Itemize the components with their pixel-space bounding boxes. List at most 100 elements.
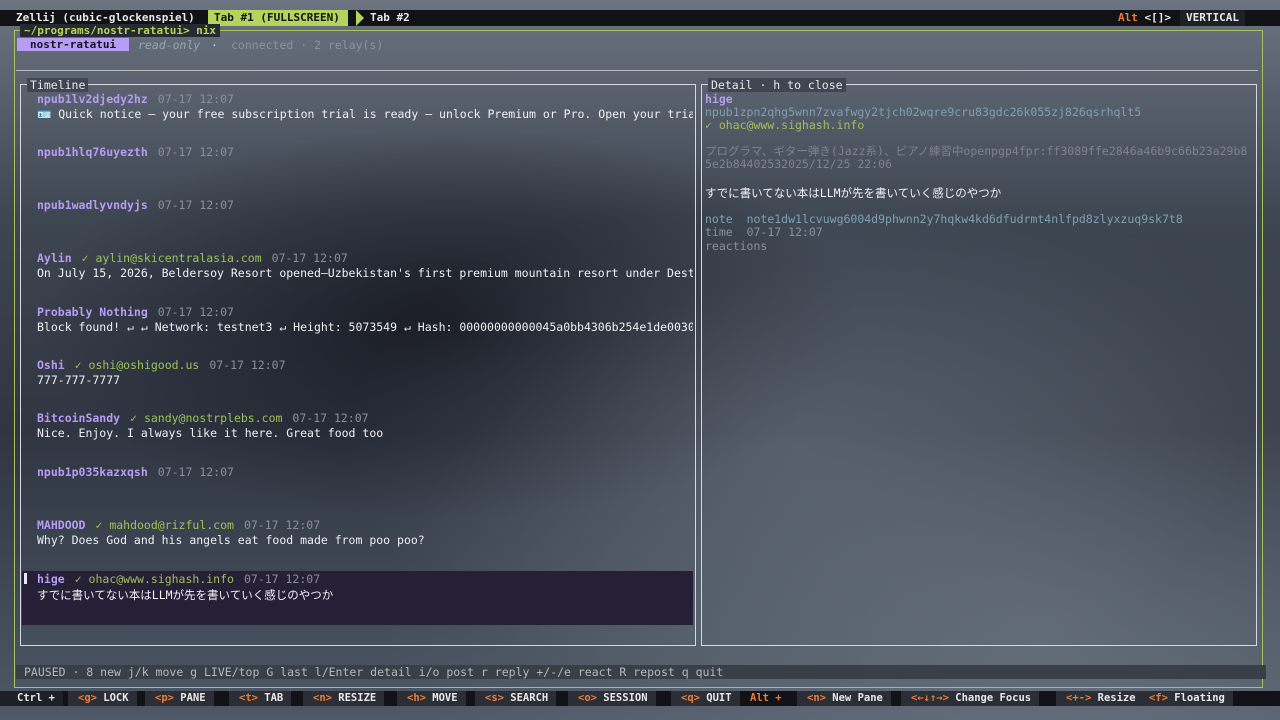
keybind-search: <s> SEARCH — [475, 691, 557, 706]
post-time: 07-17 12:07 — [157, 145, 234, 159]
post-author: MAHDOOD — [37, 518, 86, 532]
post-time: 07-17 12:07 — [157, 198, 234, 212]
post-time: 07-17 12:07 — [209, 358, 286, 372]
tab-1[interactable]: Tab #1 (FULLSCREEN) — [208, 10, 348, 26]
keybind-label: MOVE — [425, 692, 458, 704]
alt-hint: Alt <[]> — [1112, 10, 1177, 26]
post-author: Probably Nothing — [37, 305, 148, 319]
alt-hint-prefix: Alt — [1118, 11, 1138, 24]
post-content: Block found! ↵ ↵ Network: testnet3 ↵ Hei… — [37, 320, 693, 334]
note-label: note — [705, 212, 733, 226]
keybind-move: <h> MOVE — [397, 691, 466, 706]
tab-2[interactable]: Tab #2 — [364, 10, 416, 26]
tab-1-arrow — [356, 10, 364, 26]
keybind-quit: <q> QUIT — [671, 691, 740, 706]
timeline-post[interactable]: npub1p035kazxqsh 07-17 12:07 — [37, 465, 244, 479]
keybind-label: New Pane — [825, 692, 883, 704]
detail-author: hige — [705, 92, 733, 106]
post-author: BitcoinSandy — [37, 411, 121, 425]
keybind-key: <+-> — [1066, 692, 1092, 704]
post-author: npub1p035kazxqsh — [37, 465, 148, 479]
keybind-new-pane: <n> New Pane — [797, 691, 891, 706]
timeline-title: Timeline — [27, 78, 89, 92]
post-author: hige — [37, 572, 65, 586]
detail-note-row: note note1dw1lcvuwg6004d9phwnn2y7hqkw4kd… — [705, 212, 1183, 226]
detail-time-row: time 07-17 12:07 — [705, 225, 823, 239]
post-nip05: ✓ ohac@www.sighash.info — [74, 572, 234, 586]
keybind-label: TAB — [257, 692, 284, 704]
timeline-post[interactable]: Aylin ✓ aylin@skicentralasia.com 07-17 12:… — [37, 251, 693, 280]
keybind-key: <h> — [407, 692, 426, 704]
detail-nip05: ✓ ohac@www.sighash.info — [705, 118, 865, 132]
keybind-label: Resize — [1091, 692, 1136, 704]
keybind-key: <f> — [1149, 692, 1168, 704]
timeline-post-selected[interactable]: hige ✓ ohac@www.sighash.info 07-17 12:07 す… — [37, 572, 333, 603]
timeline-post[interactable]: npub1wadlyvndyjs 07-17 12:07 — [37, 198, 244, 212]
detail-about: プログラマ、ギター弾き(Jazz系)、ピアノ練習中openpgp4fpr:ff3… — [705, 144, 1248, 171]
header-separator: · — [211, 38, 218, 52]
ctrl-label: Ctrl + — [0, 691, 63, 706]
post-content: すでに書いてない本はLLMが先を書いていく感じのやつか — [37, 588, 334, 602]
post-content: Why? Does God and his angels eat food ma… — [37, 533, 425, 547]
timeline-post[interactable]: Oshi ✓ oshi@oshigood.us 07-17 12:07 777-77… — [37, 358, 296, 387]
keybind-key: <t> — [239, 692, 258, 704]
post-author: npub1lv2djedy2hz — [37, 92, 148, 106]
timeline-post[interactable]: npub1hlq76uyezth 07-17 12:07 — [37, 145, 244, 159]
detail-title: Detail · h to close — [708, 78, 846, 92]
post-nip05: ✓ mahdood@rizful.com — [95, 518, 234, 532]
timeline-post[interactable]: npub1lv2djedy2hz 07-17 12:07 🪪 Quick noti… — [37, 92, 693, 121]
keybind-key: <n> — [807, 692, 826, 704]
pane-title: ~/programs/nostr-ratatui> nix — [20, 24, 221, 37]
keybind-label: QUIT — [699, 692, 732, 704]
detail-npub: npub1zpn2qhg5wnn7zvafwgy2tjch02wqre9cru8… — [705, 105, 1142, 119]
keybind-key: <o> — [578, 692, 597, 704]
keybind-label: PANE — [173, 692, 206, 704]
keybind-lock: <g> LOCK — [68, 691, 137, 706]
post-time: 07-17 12:07 — [157, 465, 234, 479]
keybind-key: <g> — [78, 692, 97, 704]
timeline-post[interactable]: Probably Nothing 07-17 12:07 Block found!… — [37, 305, 693, 334]
keybind-label: LOCK — [96, 692, 129, 704]
keybind-key: <p> — [155, 692, 174, 704]
timeline-post[interactable]: MAHDOOD ✓ mahdood@rizful.com 07-17 12:07 W… — [37, 518, 425, 547]
note-id: note1dw1lcvuwg6004d9phwnn2y7hqkw4kd6dfud… — [746, 212, 1183, 226]
mode-indicator: read-only — [138, 38, 201, 52]
selection-cursor — [24, 573, 27, 584]
post-author: Aylin — [37, 251, 72, 265]
keybind-label: SESSION — [596, 692, 648, 704]
post-content: 777-777-7777 — [37, 373, 121, 387]
keybind-label: Change Focus — [948, 692, 1032, 704]
layout-mode: VERTICAL — [1180, 10, 1245, 26]
keybind-session: <o> SESSION — [568, 691, 656, 706]
post-time: 07-17 12:07 — [243, 518, 321, 532]
connection-status: connected · 2 relay(s) — [231, 38, 384, 52]
keybind-key: <n> — [313, 692, 332, 704]
keybind-key: <←↓↑→> — [911, 692, 949, 704]
keybind-resize: <+-> Resize — [1056, 691, 1144, 706]
keybind-floating: <f> Floating — [1139, 691, 1233, 706]
header-divider — [16, 70, 1258, 71]
post-author: Oshi — [37, 358, 65, 372]
keybind-tab: <t> TAB — [229, 691, 292, 706]
detail-content: すでに書いてない本はLLMが先を書いていく感じのやつか — [705, 186, 1002, 200]
post-author: npub1wadlyvndyjs — [37, 198, 148, 212]
timeline-post[interactable]: BitcoinSandy ✓ sandy@nostrplebs.com 07-17 … — [37, 411, 383, 440]
keybind-label: SEARCH — [503, 692, 549, 704]
time-value: 07-17 12:07 — [746, 225, 823, 239]
post-time: 07-17 12:07 — [271, 251, 348, 265]
post-time: 07-17 12:07 — [243, 572, 321, 586]
post-nip05: ✓ oshi@oshigood.us — [74, 358, 200, 372]
post-nip05: ✓ aylin@skicentralasia.com — [81, 251, 262, 265]
keybind-key: <s> — [485, 692, 504, 704]
keybind-change-focus: <←↓↑→> Change Focus — [901, 691, 1040, 706]
time-label: time — [705, 225, 733, 239]
post-content: On July 15, 2026, Beldersoy Resort opene… — [37, 266, 693, 280]
keybind-status-bar: PAUSED · 8 new j/k move g LIVE/top G las… — [16, 665, 1266, 679]
keybind-pane: <p> PANE — [145, 691, 214, 706]
keybind-label: RESIZE — [331, 692, 377, 704]
post-time: 07-17 12:07 — [157, 305, 234, 319]
alt-hint-keys: <[]> — [1144, 11, 1172, 24]
post-time: 07-17 12:07 — [292, 411, 369, 425]
post-time: 07-17 12:07 — [157, 92, 234, 106]
alt-label: Alt + — [750, 692, 782, 704]
